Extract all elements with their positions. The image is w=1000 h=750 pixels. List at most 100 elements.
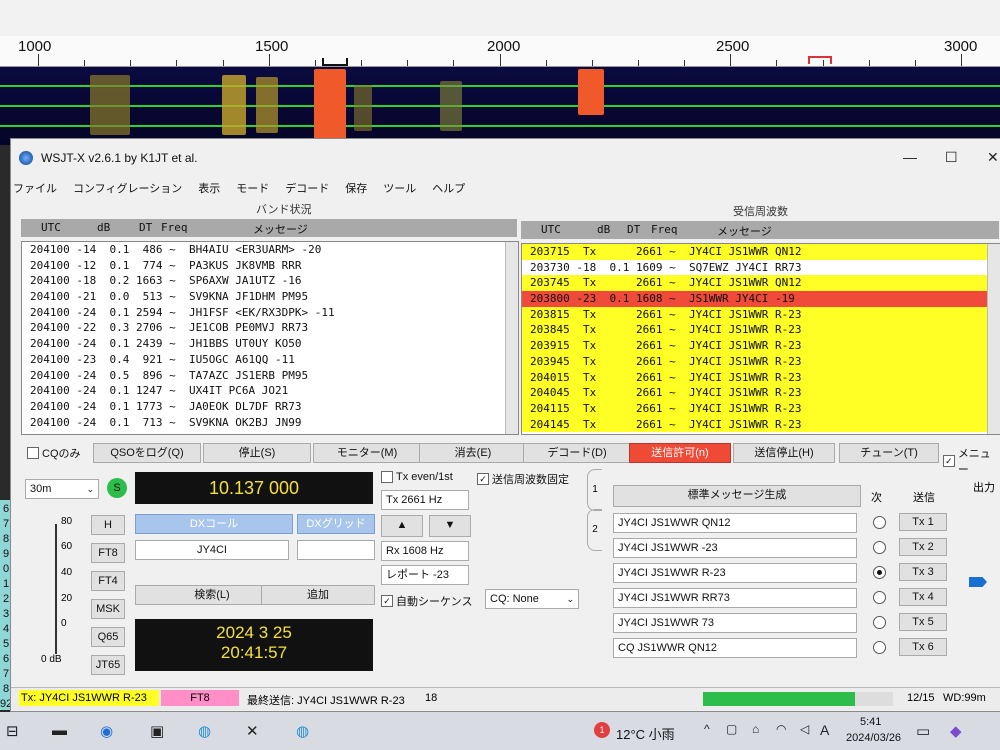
- rx-row[interactable]: 203915 Tx 2661 ~ JY4CI JS1WWR R-23: [522, 338, 1000, 354]
- widgets-icon[interactable]: ⊟: [6, 722, 19, 740]
- cq-only-checkbox[interactable]: CQのみ: [27, 445, 81, 461]
- waterfall[interactable]: 1000 1500 2000 2500 3000: [0, 0, 1000, 145]
- decode-button[interactable]: デコード(D): [523, 443, 631, 463]
- rx-row[interactable]: 204145 Tx 2661 ~ JY4CI JS1WWR R-23: [522, 416, 1000, 433]
- notifications-icon[interactable]: ▭: [916, 722, 930, 740]
- decode-row[interactable]: 204100 -24 0.1 2594 ~ JH1FSF <EK/RX3DPK>…: [22, 305, 518, 321]
- tx-2-button[interactable]: Tx 2: [899, 538, 947, 556]
- add-button[interactable]: 追加: [261, 585, 375, 605]
- rx-freq-spinbox[interactable]: Rx 1608 Hz: [381, 541, 469, 561]
- tx-3-button[interactable]: Tx 3: [899, 563, 947, 581]
- cq-select[interactable]: CQ: None ⌄: [485, 589, 579, 609]
- tx-6-button[interactable]: Tx 6: [899, 638, 947, 656]
- log-qso-button[interactable]: QSOをログ(Q): [93, 443, 201, 463]
- tray-icon[interactable]: ⌂: [752, 722, 759, 736]
- menu-mode[interactable]: モード: [236, 180, 269, 196]
- app-icon[interactable]: ◍: [296, 722, 309, 740]
- stop-button[interactable]: 停止(S): [203, 443, 311, 463]
- menu-decode[interactable]: デコード: [285, 180, 329, 196]
- tx-5-button[interactable]: Tx 5: [899, 613, 947, 631]
- menu-file[interactable]: ファイル: [13, 180, 57, 196]
- ime-indicator[interactable]: A: [820, 722, 829, 738]
- tray-icon[interactable]: ▢: [726, 722, 737, 736]
- rx-row[interactable]: 203800 -23 0.1 1608 ~ JS1WWR JY4CI -19: [522, 291, 1000, 307]
- halt-tx-button[interactable]: 送信停止(H): [733, 443, 835, 463]
- maximize-icon[interactable]: ☐: [945, 149, 958, 166]
- app-icon[interactable]: ▣: [150, 722, 164, 740]
- band-select[interactable]: 30m ⌄: [25, 479, 99, 499]
- decode-row[interactable]: 204100 -14 0.1 486 ~ BH4AIU <ER3UARM> -2…: [22, 242, 518, 258]
- tx-message-2-input[interactable]: JY4CI JS1WWR -23: [613, 538, 857, 558]
- tx-message-1-input[interactable]: JY4CI JS1WWR QN12: [613, 513, 857, 533]
- decode-row[interactable]: 204100 -23 0.4 921 ~ IU5OGC A61QQ -11: [22, 352, 518, 368]
- weather-text[interactable]: 12°C 小雨: [616, 724, 675, 743]
- mode-button-ft4[interactable]: FT4: [91, 571, 125, 591]
- rx-row[interactable]: 203945 Tx 2661 ~ JY4CI JS1WWR R-23: [522, 353, 1000, 370]
- down-button[interactable]: ▼: [429, 515, 471, 537]
- erase-button[interactable]: 消去(E): [419, 443, 527, 463]
- menu-save[interactable]: 保存: [345, 180, 367, 196]
- rx-frequency-list[interactable]: 203715 Tx 2661 ~ JY4CI JS1WWR QN12 203730…: [521, 243, 1000, 435]
- volume-icon[interactable]: ◁: [800, 722, 809, 736]
- decode-row[interactable]: 204100 -22 0.3 2706 ~ JE1COB PE0MVJ RR73: [22, 320, 518, 336]
- minimize-icon[interactable]: —: [903, 149, 917, 165]
- tx-even-checkbox[interactable]: Tx even/1st: [381, 471, 453, 483]
- tx-freq-spinbox[interactable]: Tx 2661 Hz: [381, 490, 469, 510]
- rx-row[interactable]: 203730 -18 0.1 1609 ~ SQ7EWZ JY4CI RR73: [522, 259, 1000, 276]
- band-activity-list[interactable]: 204100 -14 0.1 486 ~ BH4AIU <ER3UARM> -2…: [21, 241, 519, 435]
- decode-row[interactable]: 204100 -24 0.1 1773 ~ JA0EOK DL7DF RR73: [22, 399, 518, 415]
- scrollbar[interactable]: [505, 242, 518, 434]
- tx-1-button[interactable]: Tx 1: [899, 513, 947, 531]
- clock-date[interactable]: 2024/03/26: [846, 732, 901, 744]
- auto-seq-checkbox[interactable]: ✓ 自動シーケンス: [381, 593, 472, 609]
- decode-row[interactable]: 204100 -24 0.5 896 ~ TA7AZC JS1ERB PM95: [22, 368, 518, 384]
- mode-button-ft8[interactable]: FT8: [91, 543, 125, 563]
- clock-time[interactable]: 5:41: [860, 716, 881, 728]
- tab-1[interactable]: 1: [587, 469, 602, 511]
- decode-row[interactable]: 204100 -12 0.1 774 ~ PA3KUS JK8VMB RRR: [22, 258, 518, 274]
- tx-message-4-input[interactable]: JY4CI JS1WWR RR73: [613, 588, 857, 608]
- up-button[interactable]: ▲: [381, 515, 423, 537]
- menu-view[interactable]: 表示: [198, 180, 220, 196]
- wifi-icon[interactable]: ◠: [776, 722, 786, 736]
- rx-row[interactable]: 203845 Tx 2661 ~ JY4CI JS1WWR R-23: [522, 322, 1000, 339]
- decode-row[interactable]: 204100 -24 0.1 2439 ~ JH1BBS UT0UY KO50: [22, 336, 518, 352]
- rx-row[interactable]: 204115 Tx 2661 ~ JY4CI JS1WWR R-23: [522, 400, 1000, 417]
- menu-config[interactable]: コンフィグレーション: [73, 180, 182, 196]
- decode-row[interactable]: 204100 -21 0.0 513 ~ SV9KNA JF1DHM PM95: [22, 289, 518, 305]
- rx-row[interactable]: 203715 Tx 2661 ~ JY4CI JS1WWR QN12: [522, 244, 1000, 260]
- tx-message-5-input[interactable]: JY4CI JS1WWR 73: [613, 613, 857, 633]
- app-icon[interactable]: ◍: [198, 722, 211, 740]
- next-radio-1[interactable]: [873, 516, 886, 529]
- hold-tx-freq-checkbox[interactable]: ✓ 送信周波数固定: [477, 471, 569, 487]
- monitor-button[interactable]: モニター(M): [313, 443, 421, 463]
- x-icon[interactable]: ✕: [246, 722, 259, 740]
- next-radio-2[interactable]: [873, 541, 886, 554]
- scrollbar[interactable]: [987, 244, 1000, 434]
- edge-icon[interactable]: ◉: [100, 722, 113, 740]
- menu-help[interactable]: ヘルプ: [432, 180, 465, 196]
- chevron-up-icon[interactable]: ^: [704, 722, 710, 736]
- power-slider[interactable]: [969, 577, 987, 587]
- tx-4-button[interactable]: Tx 4: [899, 588, 947, 606]
- rx-row[interactable]: 204045 Tx 2661 ~ JY4CI JS1WWR R-23: [522, 385, 1000, 401]
- decode-row[interactable]: 204100 -24 0.1 713 ~ SV9KNA OK2BJ JN99: [22, 415, 518, 431]
- copilot-icon[interactable]: ◆: [950, 722, 962, 740]
- dx-call-input[interactable]: JY4CI: [135, 540, 289, 560]
- mode-button-q65[interactable]: Q65: [91, 627, 125, 647]
- decode-row[interactable]: 204100 -24 0.1 1247 ~ UX4IT PC6A JO21: [22, 383, 518, 399]
- next-radio-6[interactable]: [873, 641, 886, 654]
- rx-row[interactable]: 203815 Tx 2661 ~ JY4CI JS1WWR R-23: [522, 306, 1000, 323]
- weather-icon[interactable]: 1: [594, 722, 610, 738]
- menu-tools[interactable]: ツール: [383, 180, 416, 196]
- enable-tx-button[interactable]: 送信許可(n): [629, 443, 731, 463]
- tx-message-6-input[interactable]: CQ JS1WWR QN12: [613, 638, 857, 658]
- next-radio-4[interactable]: [873, 591, 886, 604]
- close-icon[interactable]: ✕: [987, 149, 999, 166]
- decode-row[interactable]: 204100 -18 0.2 1663 ~ SP6AXW JA1UTZ -16: [22, 273, 518, 289]
- next-radio-5[interactable]: [873, 616, 886, 629]
- next-radio-3[interactable]: [873, 566, 886, 579]
- tx-message-3-input[interactable]: JY4CI JS1WWR R-23: [613, 563, 857, 583]
- report-spinbox[interactable]: レポート -23: [381, 565, 469, 585]
- mode-button-msk[interactable]: MSK: [91, 599, 125, 619]
